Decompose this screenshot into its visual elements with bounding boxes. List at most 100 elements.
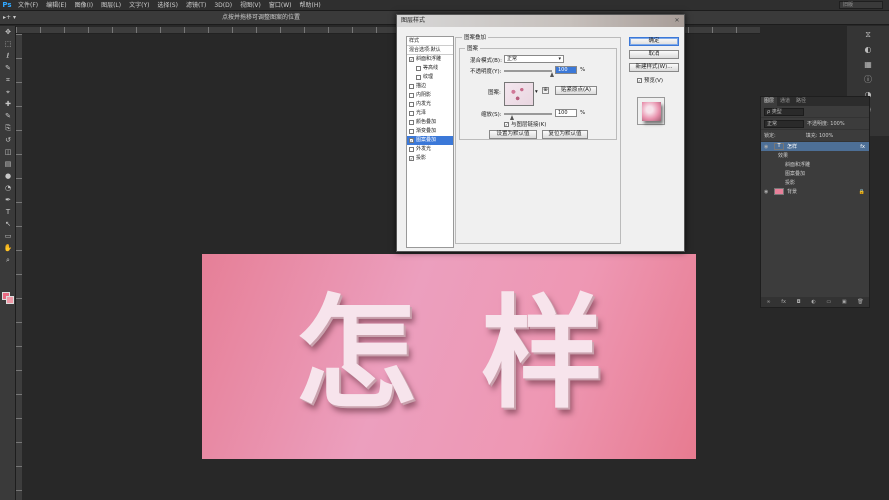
visibility-eye-icon[interactable]: ◉ (764, 189, 771, 195)
layers-tab[interactable]: 通道 (777, 97, 793, 106)
style-list-item[interactable]: 外发光 (407, 145, 453, 154)
visibility-eye-icon[interactable]: ◉ (764, 144, 771, 150)
history-panel-icon[interactable]: ⧖ (862, 29, 874, 41)
menu-item[interactable]: 滤镜(T) (182, 0, 210, 11)
lasso-tool-icon[interactable]: ℓ (0, 50, 16, 62)
style-list-item[interactable]: 渐变叠加 (407, 127, 453, 136)
checkbox-checked[interactable]: ✓ (409, 156, 414, 161)
new-style-button[interactable]: 新建样式(W)... (629, 63, 679, 72)
layers-footer-icon[interactable]: fx (781, 299, 786, 305)
set-default-button[interactable]: 设置为默认值 (489, 130, 537, 139)
checkbox-unchecked[interactable] (409, 84, 414, 89)
menu-item[interactable]: 文字(Y) (125, 0, 153, 11)
cancel-button[interactable]: 取消 (629, 50, 679, 59)
blend-mode-select[interactable]: 正常 ▾ (504, 55, 564, 63)
checkbox-unchecked[interactable] (409, 93, 414, 98)
layer-blend-mode[interactable]: 正常 (764, 119, 804, 128)
eraser-icon[interactable]: ◫ (0, 146, 16, 158)
scale-slider[interactable] (504, 113, 552, 115)
eyedropper-icon[interactable]: ⌖ (0, 86, 16, 98)
blend-options-item[interactable]: 混合选项:默认 (407, 46, 453, 55)
style-list-item[interactable]: ✓ 图案叠加 (407, 136, 453, 145)
style-list-item[interactable]: ✓ 斜面和浮雕 (407, 55, 453, 64)
checkbox-unchecked[interactable] (416, 66, 421, 71)
clone-stamp-icon[interactable]: ⎘ (0, 122, 16, 134)
pattern-dropdown-icon[interactable]: ▾ (535, 89, 538, 95)
style-list-item[interactable]: 颜色叠加 (407, 118, 453, 127)
close-icon[interactable]: ✕ (673, 17, 681, 25)
background-color-swatch[interactable] (6, 296, 14, 304)
dodge-icon[interactable]: ◔ (0, 182, 16, 194)
gradient-icon[interactable]: ▤ (0, 158, 16, 170)
path-select-icon[interactable]: ↖ (0, 218, 16, 230)
preview-checkbox[interactable]: ✓ 预览(V) (637, 76, 663, 84)
layer-row[interactable]: 图案叠加 (761, 169, 869, 178)
quick-select-icon[interactable]: ✎ (0, 62, 16, 74)
healing-brush-icon[interactable]: ✚ (0, 98, 16, 110)
checkbox-unchecked[interactable] (416, 75, 421, 80)
style-list-item[interactable]: 描边 (407, 82, 453, 91)
layer-row[interactable]: ◉ 背景 🔒 (761, 187, 869, 196)
layers-footer-icon[interactable]: ◐ (811, 299, 815, 305)
layer-kind-filter[interactable]: ρ 类型 (764, 107, 804, 116)
checkbox-unchecked[interactable] (409, 102, 414, 107)
new-preset-icon[interactable]: ⊕ (542, 87, 549, 94)
layers-tab[interactable]: 路径 (793, 97, 809, 106)
zoom-tool-icon[interactable]: ⌕ (0, 254, 16, 266)
snap-origin-button[interactable]: 贴紧原点(A) (555, 86, 597, 95)
layers-footer-icon[interactable]: 🗑 (857, 299, 863, 305)
checkbox-unchecked[interactable] (409, 129, 414, 134)
blur-icon[interactable]: ● (0, 170, 16, 182)
menu-item[interactable]: 3D(D) (210, 0, 236, 11)
layers-tab[interactable]: 图层 (761, 97, 778, 106)
hand-tool-icon[interactable]: ✋ (0, 242, 16, 254)
menu-item[interactable]: 图层(L) (97, 0, 125, 11)
workspace-switcher[interactable]: 旧版 (839, 1, 883, 9)
color-panel-icon[interactable]: ◐ (862, 44, 874, 56)
style-list-item[interactable]: 纹理 (407, 73, 453, 82)
marquee-tool-icon[interactable]: ⬚ (0, 38, 16, 50)
layers-footer-icon[interactable]: ▣ (842, 299, 847, 305)
ok-button[interactable]: 确定 (629, 37, 679, 46)
tool-preset-picker[interactable]: ▸+ ▾ (3, 13, 25, 23)
layer-row[interactable]: 效果 (761, 151, 869, 160)
layer-row[interactable]: 斜面和浮雕 (761, 160, 869, 169)
fx-icon[interactable]: fx (860, 144, 865, 150)
swatches-panel-icon[interactable]: ▦ (862, 59, 874, 71)
shape-tool-icon[interactable]: ▭ (0, 230, 16, 242)
styles-header[interactable]: 样式 (407, 37, 453, 46)
document-canvas[interactable]: 怎样 (202, 254, 696, 459)
menu-item[interactable]: 编辑(E) (42, 0, 70, 11)
layers-footer-icon[interactable]: ∞ (766, 299, 770, 305)
style-list-item[interactable]: 内阴影 (407, 91, 453, 100)
link-with-layer-checkbox[interactable]: ✓ 与图层链接(K) (504, 120, 546, 128)
move-tool-icon[interactable]: ✥ (0, 26, 16, 38)
reset-default-button[interactable]: 复位为默认值 (542, 130, 588, 139)
layers-footer-icon[interactable]: ▭ (826, 299, 831, 305)
opacity-slider[interactable] (504, 70, 552, 72)
checkbox-unchecked[interactable] (409, 111, 414, 116)
checkbox-unchecked[interactable] (409, 120, 414, 125)
menu-item[interactable]: 图像(I) (71, 0, 97, 11)
style-list-item[interactable]: 光泽 (407, 109, 453, 118)
menu-item[interactable]: 帮助(H) (296, 0, 325, 11)
brush-tool-icon[interactable]: ✎ (0, 110, 16, 122)
history-brush-icon[interactable]: ↺ (0, 134, 16, 146)
style-list-item[interactable]: 内发光 (407, 100, 453, 109)
style-list-item[interactable]: 等高线 (407, 64, 453, 73)
checkbox-unchecked[interactable] (409, 147, 414, 152)
layer-opacity[interactable]: 不透明度: 100% (807, 120, 845, 127)
menu-item[interactable]: 文件(F) (14, 0, 42, 11)
info-panel-icon[interactable]: ⓘ (862, 74, 874, 86)
checkbox-checked[interactable]: ✓ (409, 57, 414, 62)
layer-row[interactable]: 投影 (761, 178, 869, 187)
pattern-swatch[interactable] (504, 82, 534, 106)
scale-field[interactable]: 100 (555, 109, 577, 117)
menu-item[interactable]: 窗口(W) (265, 0, 296, 11)
layer-fill[interactable]: 填充: 100% (806, 132, 834, 139)
checkbox-checked[interactable]: ✓ (409, 138, 414, 143)
opacity-field[interactable]: 100 (555, 66, 577, 74)
crop-tool-icon[interactable]: ⌗ (0, 74, 16, 86)
menu-item[interactable]: 视图(V) (236, 0, 265, 11)
layers-footer-icon[interactable]: ◘ (797, 299, 801, 305)
